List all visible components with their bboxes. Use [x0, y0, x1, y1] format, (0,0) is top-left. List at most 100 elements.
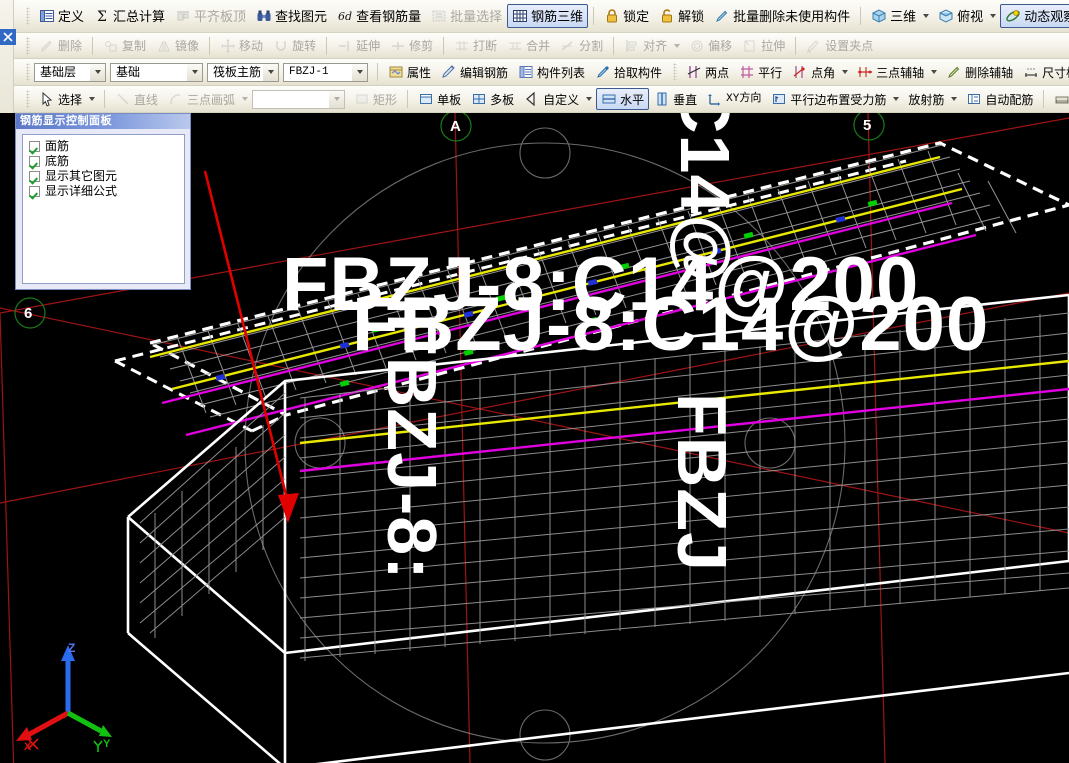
checkbox-show-detail-formula[interactable] — [29, 185, 40, 197]
toolbar-button-unlock[interactable]: 解锁 — [654, 4, 709, 28]
component-type-select-arrow[interactable] — [263, 63, 278, 81]
toolbar-button-move[interactable]: 移动 — [215, 35, 268, 57]
toolbar-button-pick-component[interactable]: 拾取构件 — [590, 61, 667, 83]
offset-icon — [689, 38, 705, 54]
toolbar-button-select[interactable]: 选择 — [34, 88, 87, 110]
rebar-display-control-panel[interactable]: 钢筋显示控制面板 面筋 底筋 显示其它图元 显示详细公式 — [15, 113, 191, 290]
toolbar-button-dimension[interactable]: 尺寸标注 — [1018, 61, 1069, 83]
chevron-down-icon[interactable] — [842, 70, 849, 74]
checkbox-show-other-elements[interactable] — [29, 170, 40, 182]
toolbar-button-horizontal[interactable]: 水平 — [596, 88, 650, 110]
unlock-icon — [659, 8, 675, 24]
component-type-select[interactable]: 筏板主筋 — [207, 62, 279, 82]
toolbar-button-summary-calc[interactable]: Σ 汇总计算 — [89, 4, 170, 28]
chevron-down-icon[interactable] — [923, 14, 930, 18]
chevron-down-icon[interactable] — [951, 97, 958, 101]
chevron-down-icon[interactable] — [242, 97, 249, 101]
toolbar-button-xy-direction[interactable]: XY方向 — [702, 88, 766, 110]
checkbox-row-bottom-rebar[interactable]: 底筋 — [29, 154, 184, 168]
chevron-down-icon[interactable] — [893, 97, 900, 101]
toolbar-button-delete[interactable]: 删除 — [34, 35, 87, 57]
toolbar-button-rotate[interactable]: 旋转 — [268, 35, 321, 57]
draw-mode-select-arrow[interactable] — [329, 90, 345, 108]
floor-select[interactable]: 基础层 — [34, 62, 106, 82]
toolbar-button-two-point[interactable]: 两点 — [681, 61, 734, 83]
toolbar-button-extend[interactable]: 延伸 — [332, 35, 385, 57]
toolbar-button-delete-axis[interactable]: 删除辅轴 — [941, 61, 1018, 83]
chevron-down-icon[interactable] — [931, 70, 938, 74]
rebar-display-control-panel-body: 面筋 底筋 显示其它图元 显示详细公式 — [22, 134, 185, 284]
toolbar-button-offset[interactable]: 偏移 — [684, 35, 737, 57]
toolbar-button-parallel-label: 平行 — [758, 65, 783, 80]
toolbar-button-component-list[interactable]: 构件列表 — [513, 61, 590, 83]
merge-icon — [507, 38, 523, 54]
toolbar-button-batch-delete-unused[interactable]: 批量删除未使用构件 — [709, 4, 855, 28]
toolbar-button-radial-rebar[interactable]: 放射筋 — [903, 88, 949, 110]
category-select[interactable]: 基础 — [110, 62, 203, 82]
three-point-arc-icon — [168, 91, 184, 107]
toolbar-button-align[interactable]: 对齐 — [619, 35, 672, 57]
toolbar-button-rebar-3d[interactable]: 钢筋三维 — [507, 4, 589, 28]
toolbar-button-parallel-edge-rebar[interactable]: 平行边布置受力筋 — [766, 88, 891, 110]
checkbox-row-top-rebar[interactable]: 面筋 — [29, 139, 184, 153]
chevron-down-icon[interactable] — [990, 14, 997, 18]
toolbar-button-extend-label: 延伸 — [356, 39, 381, 53]
toolbar-button-batch-select[interactable]: 批量选择 — [426, 4, 507, 28]
toolbar-button-three-point-arc[interactable]: 三点画弧 — [163, 88, 240, 110]
toolbar-button-swap-annotation[interactable]: 交换左右标注 — [1049, 88, 1069, 110]
toolbar-button-rectangle[interactable]: 矩形 — [349, 88, 402, 110]
toolbar-button-line[interactable]: 直线 — [110, 88, 163, 110]
toolbar-button-align-slab-top[interactable]: 平齐板顶 — [170, 4, 251, 28]
toolbar-button-view-rebar-qty[interactable]: 6d 查看钢筋量 — [332, 4, 426, 28]
toolbar-button-merge[interactable]: 合并 — [502, 35, 555, 57]
toolbar-button-top-view[interactable]: 俯视 — [933, 4, 988, 28]
chevron-down-icon[interactable] — [89, 97, 96, 101]
toolbar-button-parallel[interactable]: 平行 — [734, 61, 787, 83]
toolbar-grip[interactable] — [26, 90, 30, 108]
toolbar-button-vertical[interactable]: 垂直 — [649, 88, 702, 110]
checkbox-bottom-rebar[interactable] — [29, 155, 40, 167]
toolbar-button-mirror[interactable]: 镜像 — [151, 35, 204, 57]
toolbar-button-copy[interactable]: 复制 — [98, 35, 151, 57]
floor-select-arrow[interactable] — [90, 63, 105, 81]
toolbar-button-trim[interactable]: 修剪 — [385, 35, 438, 57]
checkbox-row-show-detail-formula[interactable]: 显示详细公式 — [29, 184, 184, 198]
chevron-down-icon[interactable] — [674, 43, 681, 48]
toolbar-button-select-label: 选择 — [58, 92, 83, 107]
toolbar-button-single-slab[interactable]: 单板 — [413, 88, 466, 110]
chevron-down-icon[interactable] — [586, 97, 593, 101]
checkbox-row-show-other-elements[interactable]: 显示其它图元 — [29, 169, 184, 183]
toolbar-button-point-angle[interactable]: 点角 — [787, 61, 840, 83]
draw-mode-select[interactable] — [252, 89, 346, 109]
toolbar-button-orbit[interactable]: 动态观察 — [1000, 4, 1069, 28]
toolbar-grip[interactable] — [26, 63, 30, 81]
toolbar-button-edit-rebar[interactable]: 编辑钢筋 — [436, 61, 513, 83]
toolbar-button-find-element[interactable]: 查找图元 — [251, 4, 332, 28]
toolbar-button-stretch[interactable]: 拉伸 — [737, 35, 790, 57]
toolbar-button-custom[interactable]: 自定义 — [519, 88, 584, 110]
toolbar-button-3d-view[interactable]: 三维 — [866, 4, 921, 28]
toolbar-button-split[interactable]: 分割 — [555, 35, 608, 57]
toolbar-grip[interactable] — [26, 36, 30, 55]
rebar-yellow-upper — [149, 155, 963, 391]
component-select-arrow[interactable] — [352, 63, 367, 81]
category-select-arrow[interactable] — [187, 63, 202, 81]
toolbar-grip[interactable] — [26, 7, 30, 25]
toolbar-button-lock[interactable]: 锁定 — [599, 4, 654, 28]
toolbar-button-three-point-axis[interactable]: 三点辅轴 — [852, 61, 929, 83]
toolbar-grip[interactable] — [673, 63, 678, 81]
toolbar-button-multi-slab[interactable]: 多板 — [466, 88, 519, 110]
toolbar-button-define[interactable]: 定义 — [34, 4, 89, 28]
toolbar-button-multi-slab-label: 多板 — [490, 92, 515, 107]
component-select[interactable]: FBZJ-1 — [283, 62, 368, 82]
dock-pin-icon[interactable] — [0, 29, 16, 45]
toolbar-separator — [407, 90, 409, 108]
sigma-icon: Σ — [94, 8, 110, 24]
toolbar-button-auto-rebar[interactable]: 自动配筋 — [961, 88, 1038, 110]
toolbar-button-break[interactable]: 打断 — [449, 35, 502, 57]
checkbox-top-rebar[interactable] — [29, 140, 40, 152]
align-slab-top-icon — [175, 8, 191, 24]
align-icon — [624, 38, 640, 54]
toolbar-button-properties[interactable]: 属性 — [383, 61, 436, 83]
toolbar-button-set-grip[interactable]: 设置夹点 — [801, 35, 878, 57]
